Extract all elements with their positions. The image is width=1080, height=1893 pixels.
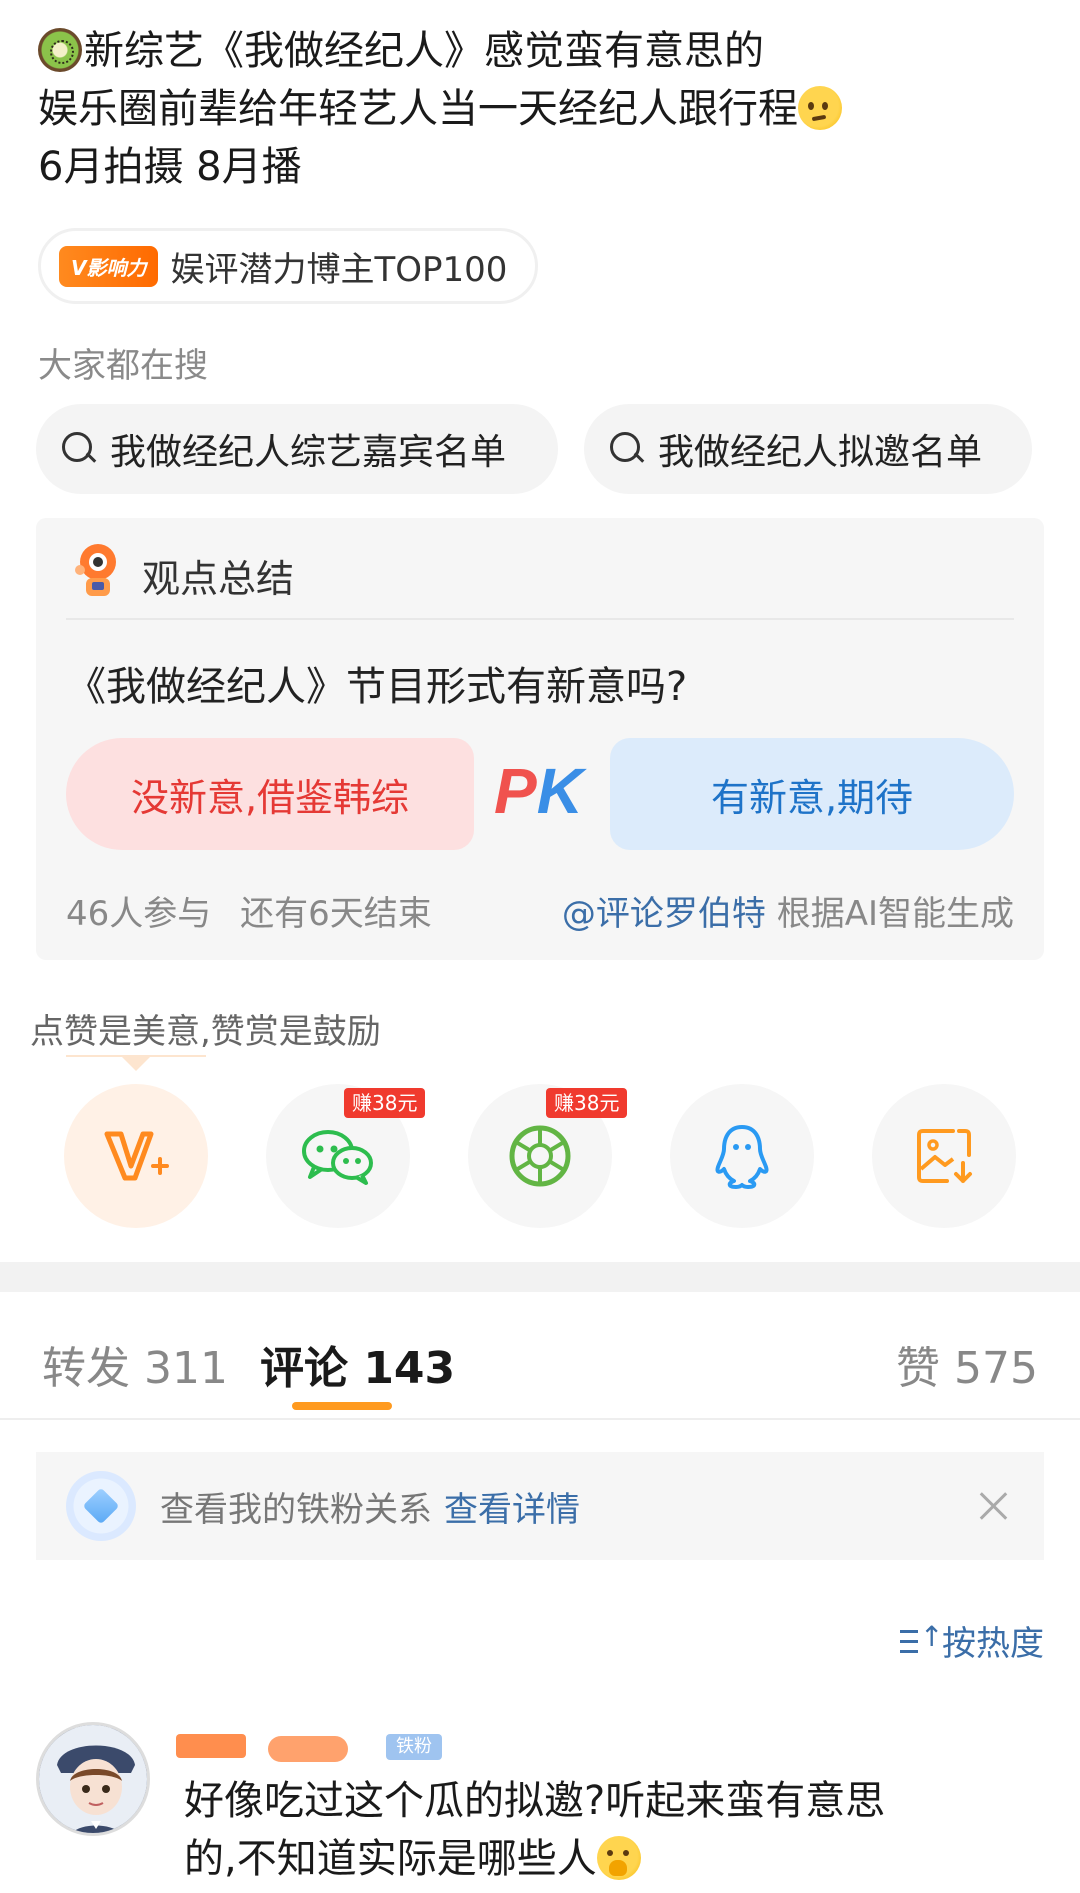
post-line-1: 新综艺《我做经纪人》感觉蛮有意思的 <box>84 28 764 74</box>
time-remaining: 还有6天结束 <box>240 894 432 934</box>
share-qq-button[interactable] <box>670 1084 814 1228</box>
influence-text: 娱评潜力博主TOP100 <box>170 249 508 290</box>
sort-toggle[interactable]: 按热度 <box>900 1616 1044 1665</box>
kiwi-emoji-icon <box>38 28 82 72</box>
credit-mention-link[interactable]: @评论罗伯特 <box>562 894 766 934</box>
vote-option-new[interactable]: 有新意,期待 <box>610 738 1014 850</box>
influence-tag: V影响力 <box>59 245 159 287</box>
moments-icon <box>509 1125 571 1187</box>
qq-icon <box>715 1125 769 1189</box>
post-content: 新综艺《我做经纪人》感觉蛮有意思的 娱乐圈前辈给年轻艺人当一天经纪人跟行程 6月… <box>38 22 1038 196</box>
save-image-button[interactable] <box>872 1084 1016 1228</box>
earn-reward-tag: 赚38元 <box>546 1088 628 1118</box>
username-blur <box>268 1736 348 1762</box>
wechat-icon <box>302 1130 373 1185</box>
avatar-illustration <box>39 1725 147 1833</box>
search-chip-label: 我做经纪人拟邀名单 <box>658 432 983 473</box>
search-chip-guest-list[interactable]: 我做经纪人综艺嘉宾名单 <box>36 404 558 494</box>
comment-line-2: 的,不知道实际是哪些人 <box>184 1836 597 1882</box>
save-image-icon <box>917 1129 972 1183</box>
pk-icon: PK <box>494 755 583 827</box>
fan-banner-text: 查看我的铁粉关系 <box>160 1489 432 1530</box>
vplus-icon <box>104 1131 169 1181</box>
close-icon[interactable] <box>976 1488 1012 1524</box>
post-line-2: 娱乐圈前辈给年轻艺人当一天经纪人跟行程 <box>38 86 798 132</box>
fan-diamond-icon <box>66 1471 136 1541</box>
search-chip-label: 我做经纪人综艺嘉宾名单 <box>110 432 507 473</box>
search-icon <box>60 430 98 468</box>
section-divider <box>0 1262 1080 1292</box>
robot-mascot-icon <box>75 544 116 596</box>
sort-label: 按热度 <box>942 1624 1044 1664</box>
tab-like[interactable]: 赞 575 <box>896 1332 1038 1396</box>
summary-question: 《我做经纪人》节目形式有新意吗? <box>66 664 688 710</box>
credit-text: 根据AI智能生成 <box>776 894 1014 934</box>
shush-emoji-icon <box>596 1836 641 1880</box>
post-line-3: 6月拍摄 8月播 <box>38 144 302 190</box>
search-icon <box>608 430 646 468</box>
summary-divider <box>66 618 1014 620</box>
searching-label: 大家都在搜 <box>38 346 208 386</box>
earn-reward-tag: 赚38元 <box>344 1088 426 1118</box>
summary-meta: 46人参与 还有6天结束 <box>66 886 432 935</box>
vplus-button[interactable] <box>64 1084 208 1228</box>
comment-text: 好像吃过这个瓜的拟邀?听起来蛮有意思 的,不知道实际是哪些人 <box>184 1772 1044 1888</box>
reward-label: 点赞是美意,赞赏是鼓励 <box>30 1012 381 1052</box>
comment-username[interactable]: 铁粉 <box>176 1728 516 1764</box>
avatar[interactable] <box>36 1722 150 1836</box>
summary-title: 观点总结 <box>142 557 295 601</box>
tab-repost[interactable]: 转发 311 <box>42 1332 228 1396</box>
thinking-emoji-icon <box>798 86 842 130</box>
fan-banner-link[interactable]: 查看详情 <box>444 1482 580 1531</box>
vote-option-not-new[interactable]: 没新意,借鉴韩综 <box>66 738 474 850</box>
tab-comment[interactable]: 评论 143 <box>260 1332 455 1396</box>
fan-relationship-banner[interactable]: 查看我的铁粉关系 查看详情 <box>36 1452 1044 1560</box>
opinion-summary-card: 观点总结 《我做经纪人》节目形式有新意吗? 没新意,借鉴韩综 PK 有新意,期待… <box>36 518 1044 960</box>
comment-line-1: 好像吃过这个瓜的拟邀?听起来蛮有意思 <box>184 1778 886 1824</box>
influence-badge[interactable]: V影响力 娱评潜力博主TOP100 <box>38 228 539 304</box>
reward-indicator-arrow <box>122 1057 150 1071</box>
username-blur <box>176 1734 246 1758</box>
participants-count: 46人参与 <box>66 894 212 934</box>
fan-level-badge: 铁粉 <box>386 1734 442 1760</box>
summary-credit: @评论罗伯特 根据AI智能生成 <box>562 886 1014 935</box>
sort-icon <box>900 1620 943 1656</box>
interaction-tabs: 转发 311 评论 143 赞 575 <box>0 1292 1080 1420</box>
search-chip-invite-list[interactable]: 我做经纪人拟邀名单 <box>584 404 1032 494</box>
active-tab-indicator <box>292 1402 392 1410</box>
